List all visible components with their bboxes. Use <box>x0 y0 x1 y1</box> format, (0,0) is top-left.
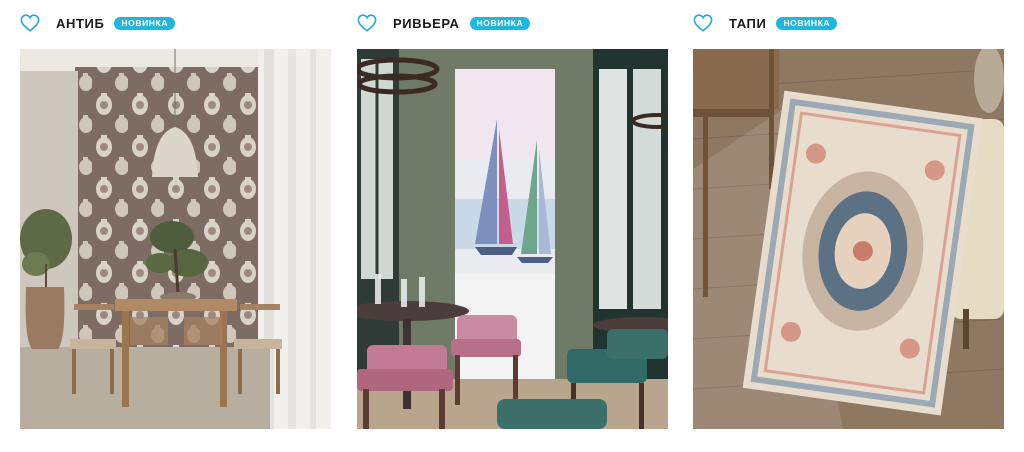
product-image[interactable] <box>20 49 331 429</box>
product-card[interactable]: ТАПИ НОВИНКА <box>693 0 1005 452</box>
product-title[interactable]: АНТИБ <box>56 16 104 31</box>
product-title[interactable]: РИВЬЕРА <box>393 16 460 31</box>
new-badge: НОВИНКА <box>469 16 531 30</box>
card-header: ТАПИ НОВИНКА <box>693 12 1005 34</box>
card-header: АНТИБ НОВИНКА <box>20 12 332 34</box>
heart-icon[interactable] <box>693 14 713 32</box>
product-title[interactable]: ТАПИ <box>729 16 766 31</box>
product-card[interactable]: РИВЬЕРА НОВИНКА <box>357 0 669 452</box>
product-image[interactable] <box>357 49 668 429</box>
heart-icon[interactable] <box>20 14 40 32</box>
product-card[interactable]: АНТИБ НОВИНКА <box>20 0 332 452</box>
product-image[interactable] <box>693 49 1004 429</box>
card-header: РИВЬЕРА НОВИНКА <box>357 12 669 34</box>
heart-icon[interactable] <box>357 14 377 32</box>
new-badge: НОВИНКА <box>776 16 838 30</box>
new-badge: НОВИНКА <box>114 16 176 30</box>
